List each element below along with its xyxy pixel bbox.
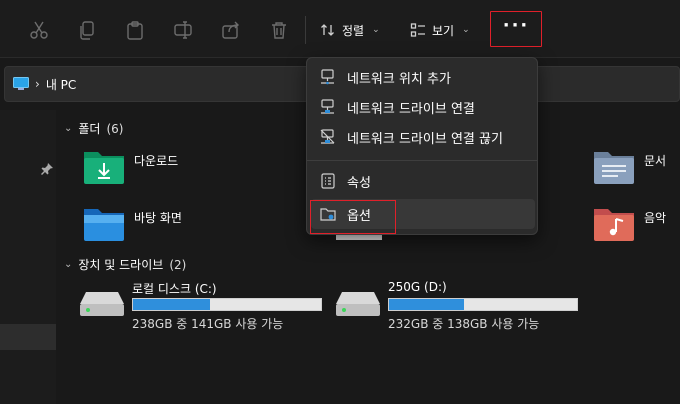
more-icon: ··· <box>502 15 530 36</box>
paste-icon[interactable] <box>124 19 146 41</box>
sort-button[interactable]: 정렬 ⌄ <box>312 14 388 46</box>
documents-folder-icon <box>594 152 634 184</box>
menu-item-add-network-location[interactable]: 네트워크 위치 추가 <box>311 62 535 92</box>
desktop-folder-icon <box>84 209 124 241</box>
folder-name: 문서 <box>644 153 667 168</box>
menu-item-label: 네트워크 드라이브 연결 <box>347 101 475 117</box>
this-pc-icon <box>13 77 29 90</box>
folder-downloads[interactable]: 다운로드 <box>82 148 178 186</box>
menu-separator <box>307 160 537 161</box>
group-label: 폴더 <box>78 122 101 136</box>
group-header-folders[interactable]: ⌄ 폴더 (6) <box>64 120 123 137</box>
pin-icon <box>40 162 54 176</box>
see-more-button[interactable]: ··· <box>490 11 542 47</box>
cut-icon[interactable] <box>28 19 50 41</box>
view-label: 보기 <box>432 23 455 38</box>
command-bar: 정렬 ⌄ 보기 ⌄ ··· <box>0 0 680 58</box>
sort-icon <box>321 24 334 36</box>
drive-d[interactable]: 250G (D:) 232GB 중 138GB 사용 가능 <box>336 280 586 336</box>
chevron-down-icon: ⌄ <box>372 25 380 35</box>
menu-item-label: 속성 <box>347 175 371 191</box>
menu-item-label: 네트워크 위치 추가 <box>347 71 451 87</box>
folder-desktop[interactable]: 바탕 화면 <box>82 205 182 243</box>
drive-c[interactable]: 로컬 디스크 (C:) 238GB 중 141GB 사용 가능 <box>80 280 330 336</box>
navigation-pane <box>0 110 56 404</box>
chevron-down-icon: ⌄ <box>64 259 73 270</box>
drive-name: 로컬 디스크 (C:) <box>132 282 217 296</box>
copy-icon[interactable] <box>76 19 98 41</box>
download-folder-icon <box>84 152 124 184</box>
map-network-drive-icon <box>321 99 334 114</box>
folder-name: 다운로드 <box>134 153 179 168</box>
disconnect-network-drive-icon <box>320 129 335 144</box>
menu-item-map-network-drive[interactable]: 네트워크 드라이브 연결 <box>311 92 535 122</box>
drive-space-info: 232GB 중 138GB 사용 가능 <box>388 317 540 331</box>
drive-usage-fill <box>133 299 211 310</box>
drive-name: 250G (D:) <box>388 280 447 294</box>
network-location-icon <box>321 69 334 85</box>
folder-name: 음악 <box>644 210 667 225</box>
group-count: (2) <box>169 257 187 272</box>
group-header-drives[interactable]: ⌄ 장치 및 드라이브 (2) <box>64 256 186 273</box>
folder-name: 바탕 화면 <box>134 210 182 225</box>
menu-item-label: 네트워크 드라이브 연결 끊기 <box>347 131 503 147</box>
drive-usage-bar <box>132 298 322 311</box>
delete-icon[interactable] <box>268 19 290 41</box>
breadcrumb-chevron-icon[interactable]: › <box>35 77 40 91</box>
properties-icon <box>321 173 335 189</box>
menu-item-disconnect-network-drive[interactable]: 네트워크 드라이브 연결 끊기 <box>311 122 535 152</box>
group-count: (6) <box>106 121 124 136</box>
navigation-selected-item[interactable] <box>0 324 56 350</box>
chevron-down-icon: ⌄ <box>64 123 73 134</box>
sort-label: 정렬 <box>342 23 365 38</box>
folder-music[interactable]: 음악 <box>592 205 666 243</box>
menu-item-properties[interactable]: 속성 <box>311 166 535 196</box>
drive-usage-bar <box>388 298 578 311</box>
chevron-down-icon: ⌄ <box>462 25 470 35</box>
toolbar-divider <box>305 16 306 44</box>
group-label: 장치 및 드라이브 <box>78 258 164 272</box>
view-button[interactable]: 보기 ⌄ <box>402 14 478 46</box>
view-icon <box>410 23 425 37</box>
options-highlight-box <box>310 200 396 234</box>
drive-usage-fill <box>389 299 465 310</box>
hard-drive-icon <box>336 292 380 316</box>
music-folder-icon <box>594 209 634 241</box>
rename-icon[interactable] <box>172 19 194 41</box>
drive-space-info: 238GB 중 141GB 사용 가능 <box>132 317 284 331</box>
folder-documents[interactable]: 문서 <box>592 148 666 186</box>
share-icon[interactable] <box>220 19 242 41</box>
hard-drive-icon <box>80 292 124 316</box>
breadcrumb-this-pc[interactable]: 내 PC <box>46 76 76 93</box>
